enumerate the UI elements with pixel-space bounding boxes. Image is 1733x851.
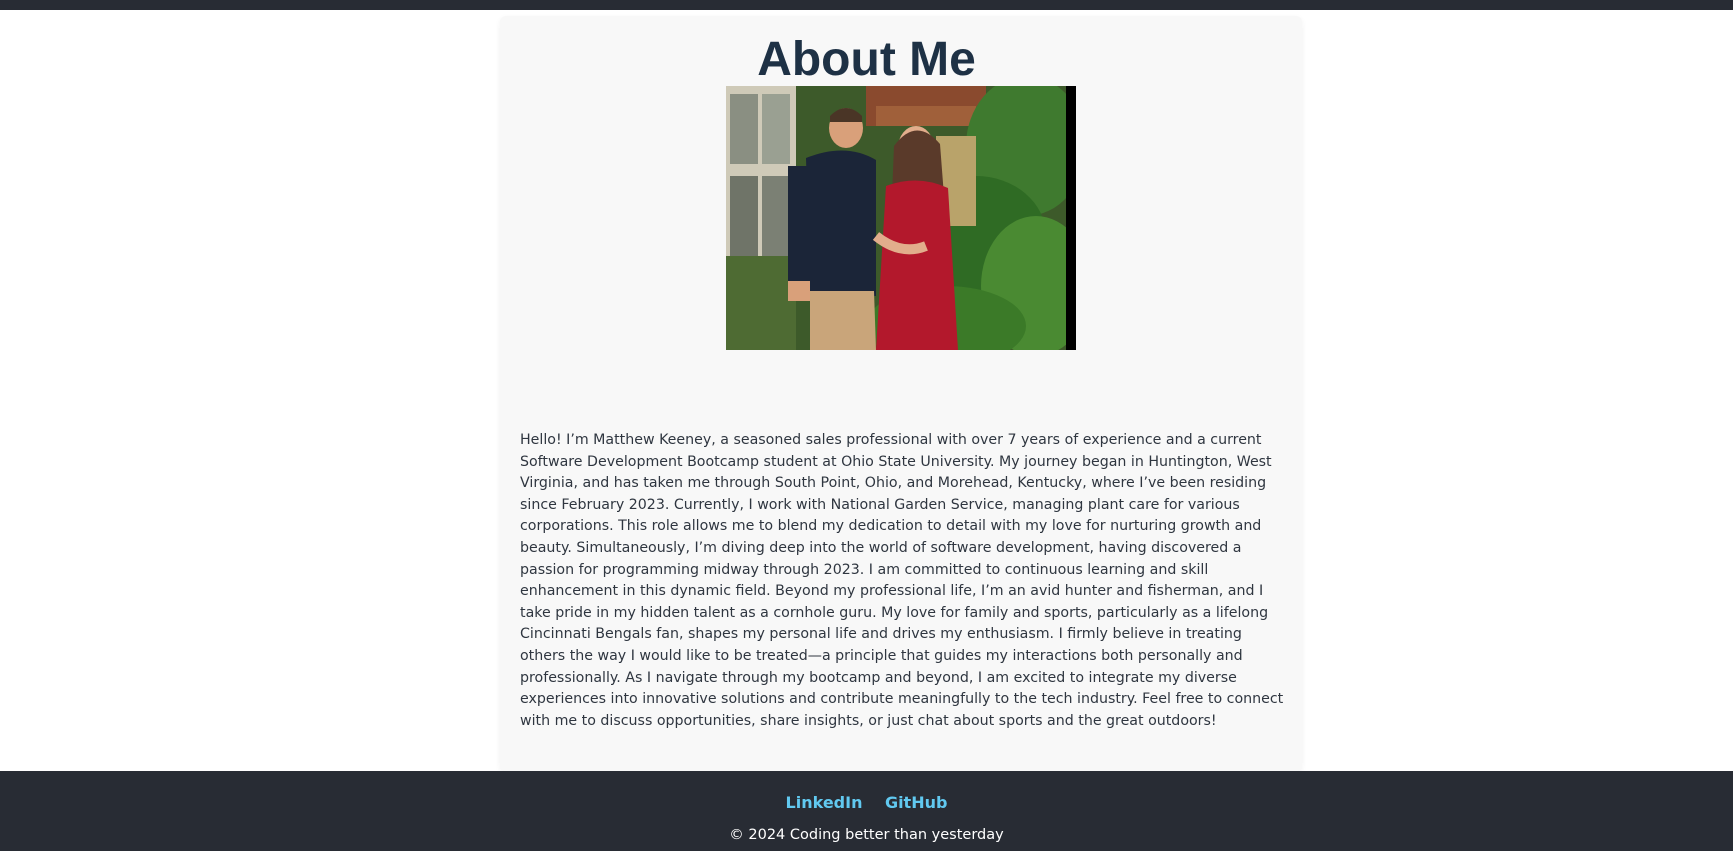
linkedin-link[interactable]: LinkedIn	[786, 793, 863, 812]
footer-links: LinkedIn GitHub	[0, 793, 1733, 813]
github-link[interactable]: GitHub	[885, 793, 948, 812]
page-footer: LinkedIn GitHub © 2024 Coding better tha…	[0, 771, 1733, 851]
profile-photo	[726, 86, 1076, 350]
top-nav-bar	[0, 0, 1733, 10]
bio-paragraph: Hello! I’m Matthew Keeney, a seasoned sa…	[520, 432, 1284, 729]
page-title: About Me	[757, 33, 976, 86]
copyright-text: © 2024 Coding better than yesterday	[729, 827, 1004, 843]
